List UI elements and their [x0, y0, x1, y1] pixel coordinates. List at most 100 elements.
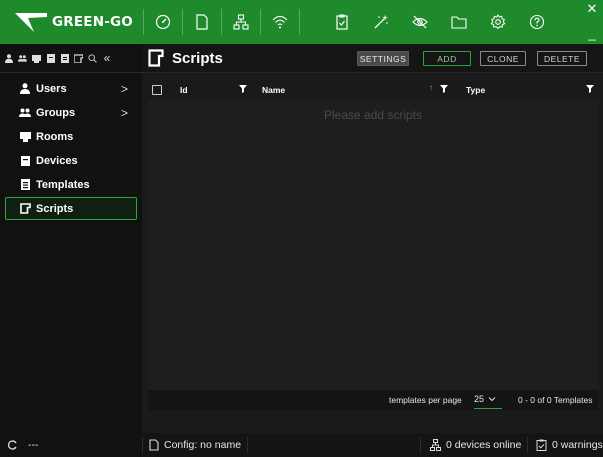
status-separator	[420, 437, 421, 453]
folder-icon	[451, 16, 467, 29]
sort-asc-icon[interactable]: ↑	[429, 83, 433, 92]
filter-scripts-button[interactable]	[74, 53, 83, 63]
template-icon	[20, 179, 30, 190]
user-icon	[4, 53, 13, 63]
delete-button[interactable]: DELETE	[537, 51, 587, 66]
toolbar-separator	[182, 9, 183, 35]
column-header-id[interactable]: Id	[180, 85, 188, 95]
toolbar-separator	[299, 9, 300, 35]
sidebar-item-templates[interactable]: Templates	[5, 173, 137, 196]
eye-off-icon	[412, 15, 428, 29]
logo-icon	[15, 13, 47, 32]
clone-button[interactable]: CLONE	[480, 51, 526, 66]
document-icon	[196, 14, 208, 30]
help-icon	[529, 14, 545, 30]
template-icon	[60, 53, 69, 63]
group-icon	[19, 108, 31, 117]
sidebar-item-groups[interactable]: Groups >	[5, 101, 137, 124]
sidebar-item-label: Rooms	[36, 130, 74, 143]
config-status[interactable]: Config: no name	[149, 433, 241, 457]
filter-rooms-button[interactable]	[32, 54, 41, 63]
sidebar-item-scripts[interactable]: Scripts	[5, 197, 137, 220]
page-header: Scripts SETTINGS ADD CLONE DELETE	[142, 44, 603, 73]
warnings-status[interactable]: 0 warnings	[536, 433, 603, 457]
new-document-button[interactable]	[184, 0, 220, 44]
collapse-panel-button[interactable]: «	[102, 51, 112, 65]
per-page-select[interactable]: 25	[474, 394, 502, 409]
network-icon	[430, 439, 441, 451]
clipboard-check-icon	[536, 439, 547, 451]
logo-text: GREEN-GO	[52, 14, 133, 30]
dashboard-icon	[155, 14, 171, 30]
group-icon	[18, 54, 27, 62]
device-icon	[20, 155, 30, 166]
column-header-name[interactable]: Name	[262, 85, 285, 95]
filter-icon[interactable]	[440, 85, 448, 93]
filter-devices-button[interactable]	[46, 53, 55, 63]
wifi-button[interactable]	[262, 0, 298, 44]
search-icon	[88, 53, 97, 63]
filter-groups-button[interactable]	[18, 54, 27, 63]
status-left: ---	[0, 433, 142, 457]
top-bar: GREEN-GO ✕ _	[0, 0, 603, 44]
toolbar-separator	[221, 9, 222, 35]
left-toolbar: «	[0, 44, 142, 73]
room-icon	[32, 54, 41, 63]
add-button[interactable]: ADD	[423, 51, 471, 66]
filter-users-button[interactable]	[4, 53, 13, 63]
sidebar-item-label: Users	[36, 82, 67, 95]
folder-button[interactable]	[441, 0, 477, 44]
settings-button[interactable]: SETTINGS	[357, 51, 409, 66]
per-page-label: templates per page	[389, 395, 462, 405]
search-button[interactable]	[88, 53, 97, 63]
status-separator	[527, 437, 528, 453]
gear-icon	[490, 14, 506, 29]
network-icon	[233, 14, 249, 30]
window-controls: ✕ _	[585, 2, 599, 40]
connection-status: ---	[28, 439, 39, 451]
chevron-right-icon: >	[120, 82, 128, 96]
close-window-button[interactable]: ✕	[587, 2, 598, 15]
status-separator	[142, 437, 143, 453]
dashboard-button[interactable]	[145, 0, 181, 44]
device-icon	[46, 53, 55, 63]
column-header-type[interactable]: Type	[466, 85, 485, 95]
sidebar-item-users[interactable]: Users >	[5, 77, 137, 100]
visibility-button[interactable]	[402, 0, 438, 44]
toolbar-separator	[143, 9, 144, 35]
sidebar-nav: Users > Groups > Rooms Devices Templates…	[0, 73, 142, 220]
collapse-icon: «	[103, 51, 111, 65]
filter-icon[interactable]	[239, 85, 247, 93]
sidebar-item-label: Scripts	[36, 202, 74, 215]
warnings-count: 0 warnings	[552, 439, 603, 451]
clipboard-icon	[336, 14, 348, 30]
main-panel: Scripts SETTINGS ADD CLONE DELETE Id Nam…	[142, 44, 603, 433]
script-icon	[74, 53, 83, 63]
clipboard-button[interactable]	[324, 0, 360, 44]
devices-online-status[interactable]: 0 devices online	[430, 433, 521, 457]
sidebar-item-rooms[interactable]: Rooms	[5, 125, 137, 148]
config-name: Config: no name	[164, 439, 242, 451]
devices-online-count: 0 devices online	[446, 439, 522, 451]
help-button[interactable]	[519, 0, 555, 44]
empty-table-message: Please add scripts	[323, 108, 423, 122]
filter-templates-button[interactable]	[60, 53, 69, 63]
pagination-range: 0 - 0 of 0 Templates	[518, 395, 593, 405]
sidebar-item-devices[interactable]: Devices	[5, 149, 137, 172]
network-button[interactable]	[223, 0, 259, 44]
chevron-right-icon: >	[120, 106, 128, 120]
select-all-checkbox[interactable]	[152, 85, 162, 95]
filter-icon[interactable]	[586, 85, 594, 93]
script-icon	[148, 49, 164, 67]
table-footer: templates per page 25 0 - 0 of 0 Templat…	[148, 390, 598, 410]
user-icon	[20, 83, 30, 94]
minimize-window-button[interactable]: _	[588, 27, 595, 40]
room-icon	[19, 131, 31, 142]
document-icon	[149, 439, 159, 451]
settings-gear-button[interactable]	[480, 0, 516, 44]
sidebar-item-label: Devices	[36, 154, 78, 167]
table-header: Id Name ↑ Type	[148, 82, 598, 98]
left-panel: « Users > Groups > Rooms Devices Templat…	[0, 44, 142, 433]
sidebar-item-label: Groups	[36, 106, 76, 119]
magic-wand-button[interactable]	[363, 0, 399, 44]
